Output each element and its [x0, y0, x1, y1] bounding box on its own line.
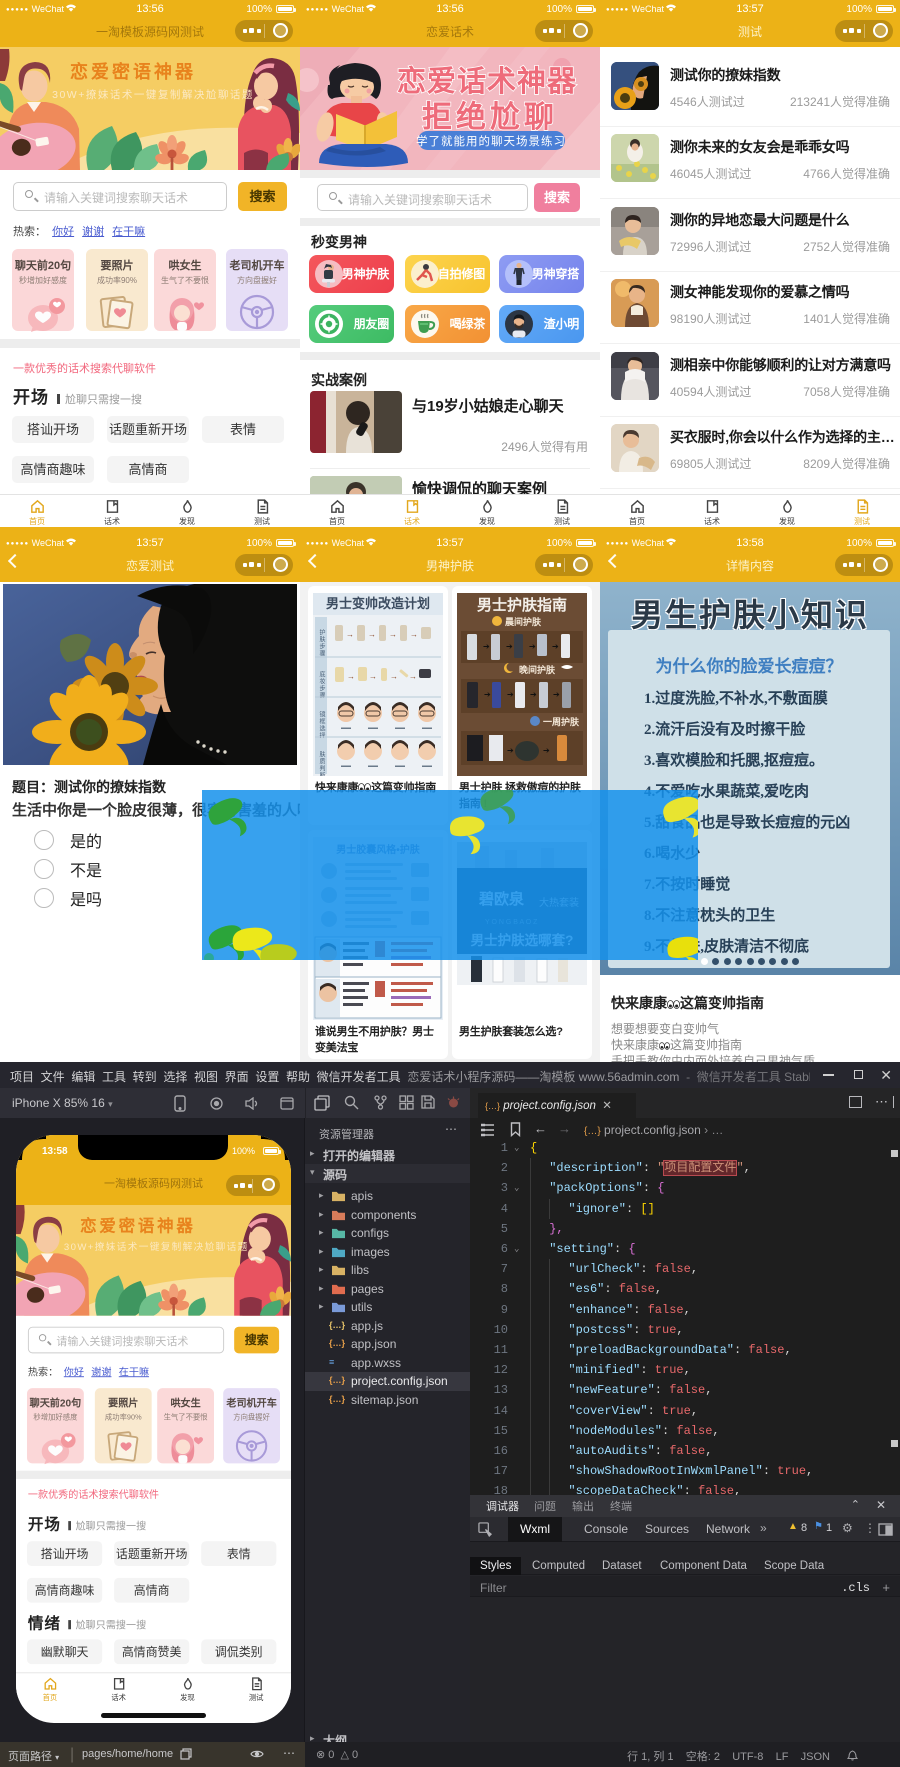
- svg-text:➔: ➔: [506, 642, 513, 651]
- svg-text:30W+撩妹话术一键复制解决尬聊话题: 30W+撩妹话术一键复制解决尬聊话题: [52, 88, 254, 101]
- svg-text:30W+撩妹话术一键复制解决尬聊话题: 30W+撩妹话术一键复制解决尬聊话题: [64, 1241, 249, 1253]
- svg-text:▬▬: ▬▬: [368, 763, 378, 769]
- svg-text:▬▬: ▬▬: [422, 763, 432, 769]
- svg-text:恋爱话术神器: 恋爱话术神器: [397, 64, 577, 98]
- svg-text:护肤步骤: 护肤步骤: [318, 628, 325, 657]
- svg-text:晚间护肤: 晚间护肤: [519, 664, 556, 675]
- svg-text:→: →: [410, 630, 418, 639]
- svg-text:➔: ➔: [507, 746, 514, 755]
- svg-text:→: →: [390, 672, 398, 681]
- svg-text:→: →: [389, 630, 397, 639]
- svg-text:▬▬: ▬▬: [395, 725, 405, 731]
- svg-text:恋爱密语神器: 恋爱密语神器: [80, 1215, 196, 1235]
- svg-text:一周护肤: 一周护肤: [543, 716, 580, 727]
- svg-text:拒绝尬聊: 拒绝尬聊: [422, 100, 558, 134]
- svg-text:镜框选择: 镜框选择: [318, 710, 325, 739]
- svg-text:→: →: [347, 672, 355, 681]
- svg-text:➔: ➔: [507, 690, 514, 699]
- svg-text:男士变帅改造计划: 男士变帅改造计划: [326, 596, 430, 611]
- svg-text:晨间护肤: 晨间护肤: [505, 616, 542, 627]
- svg-text:男士护肤指南: 男士护肤指南: [477, 596, 567, 614]
- svg-text:肤质判断: 肤质判断: [318, 750, 325, 776]
- svg-text:学了就能用的聊天场景练习: 学了就能用的聊天场景练习: [416, 134, 566, 148]
- svg-text:▬▬: ▬▬: [368, 725, 378, 731]
- svg-text:→: →: [346, 630, 354, 639]
- svg-text:➔: ➔: [552, 642, 559, 651]
- svg-text:➔: ➔: [553, 690, 560, 699]
- svg-text:→: →: [368, 630, 376, 639]
- svg-text:→: →: [369, 672, 377, 681]
- svg-text:➔: ➔: [543, 746, 550, 755]
- svg-text:底妆步骤: 底妆步骤: [318, 670, 325, 699]
- svg-text:➔: ➔: [529, 642, 536, 651]
- svg-text:→: →: [409, 672, 417, 681]
- svg-text:▬▬: ▬▬: [341, 763, 351, 769]
- svg-text:➔: ➔: [484, 690, 491, 699]
- svg-text:➔: ➔: [483, 642, 490, 651]
- svg-text:▬▬: ▬▬: [422, 725, 432, 731]
- svg-text:▬▬: ▬▬: [341, 725, 351, 731]
- svg-text:➔: ➔: [530, 690, 537, 699]
- svg-text:▬▬: ▬▬: [395, 763, 405, 769]
- svg-text:恋爱密语神器: 恋爱密语神器: [70, 61, 196, 82]
